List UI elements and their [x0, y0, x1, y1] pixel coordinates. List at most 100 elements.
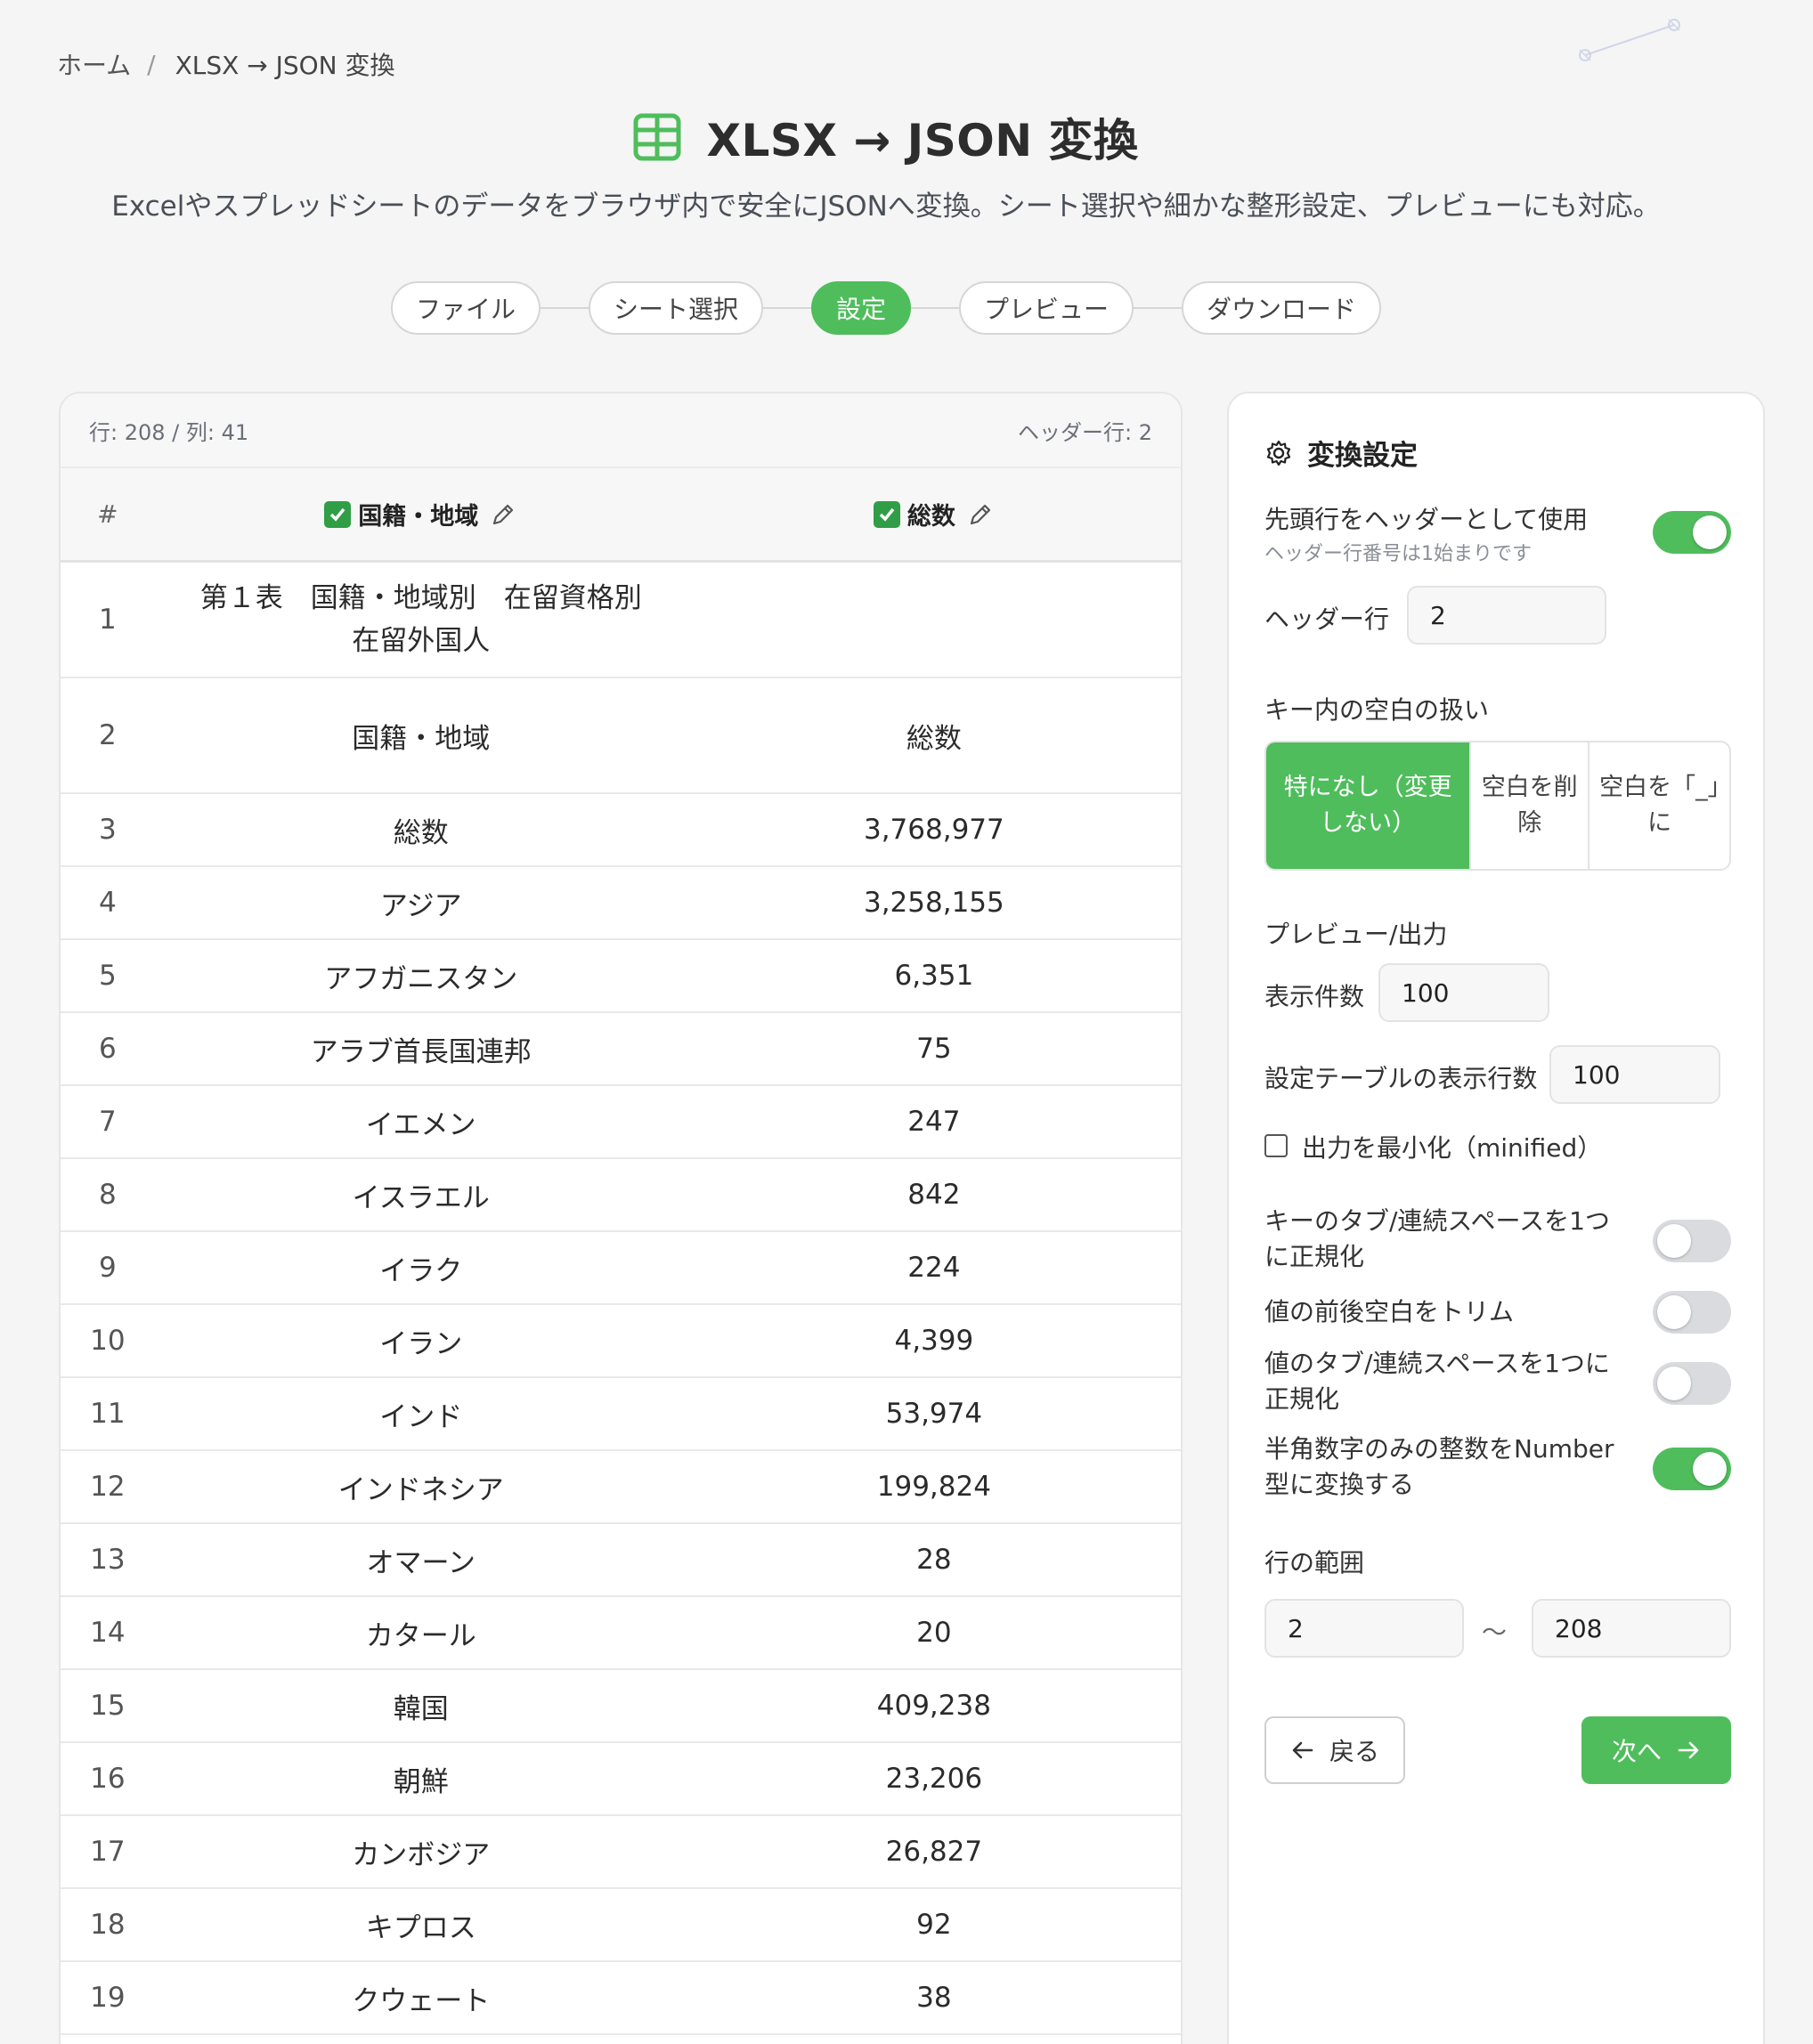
convert-number-label: 半角数字のみの整数をNumber型に変換する: [1264, 1434, 1614, 1499]
row-range-to-input[interactable]: 208: [1532, 1599, 1731, 1658]
step-settings[interactable]: 設定: [810, 281, 911, 335]
cell-total: 409,238: [876, 1690, 991, 1722]
breadcrumb: ホーム / XLSX → JSON 変換: [57, 46, 395, 82]
table-row: 12 インドネシア 199,824: [61, 1451, 1181, 1524]
cell-total: 3,768,977: [863, 814, 1004, 846]
row-number: 5: [98, 960, 117, 992]
row-range-from-input[interactable]: 2: [1264, 1599, 1464, 1658]
table-row: 17 カンボジア 26,827: [61, 1816, 1181, 1889]
normalize-value-spaces-toggle[interactable]: [1653, 1362, 1731, 1405]
arrow-right-icon: [1678, 1741, 1699, 1759]
normalize-key-spaces-toggle[interactable]: [1653, 1220, 1731, 1262]
row-number: 10: [90, 1325, 126, 1357]
table-row: 6 アラブ首長国連邦 75: [61, 1013, 1181, 1086]
check-icon: [879, 507, 895, 522]
column-header-nationality: 国籍・地域: [155, 497, 687, 531]
breadcrumb-current: XLSX → JSON 変換: [175, 51, 395, 80]
column-include-checkbox[interactable]: [873, 500, 900, 528]
page-subtitle: Excelやスプレッドシートのデータをブラウザ内で安全にJSONへ変換。シート選…: [111, 191, 1661, 223]
row-number: 16: [90, 1763, 126, 1795]
table-row: 9 イラク 224: [61, 1232, 1181, 1305]
step-download[interactable]: ダウンロード: [1182, 281, 1382, 335]
minified-checkbox[interactable]: [1264, 1134, 1288, 1157]
row-number: 12: [90, 1471, 126, 1503]
cell-total: 23,206: [885, 1763, 983, 1795]
convert-number-toggle[interactable]: [1653, 1448, 1731, 1490]
row-number: 18: [90, 1909, 126, 1941]
next-button[interactable]: 次へ: [1581, 1716, 1731, 1784]
cell-nationality: イスラエル: [352, 1181, 490, 1214]
table-rows-input[interactable]: 100: [1549, 1045, 1720, 1104]
header-row-input[interactable]: 2: [1407, 586, 1606, 645]
minified-label: 出力を最小化（minified）: [1302, 1133, 1603, 1163]
table-row: 3 総数 3,768,977: [61, 794, 1181, 867]
table-row: 14 カタール 20: [61, 1597, 1181, 1670]
row-number: 3: [98, 814, 117, 846]
table-row: 7 イエメン 247: [61, 1086, 1181, 1159]
row-number: 4: [98, 887, 117, 919]
row-number: 15: [90, 1690, 126, 1722]
table-row: 16 朝鮮 23,206: [61, 1743, 1181, 1816]
column-header-label: 国籍・地域: [358, 503, 479, 531]
table-row: 8 イスラエル 842: [61, 1159, 1181, 1232]
cell-nationality: 韓国: [393, 1692, 449, 1725]
cell-nationality: 朝鮮: [393, 1765, 449, 1798]
use-header-toggle[interactable]: [1653, 511, 1731, 554]
display-count-input[interactable]: 100: [1378, 963, 1549, 1022]
row-number: 7: [98, 1106, 117, 1138]
table-row: 4 アジア 3,258,155: [61, 867, 1181, 940]
row-number: 2: [98, 719, 117, 751]
trim-values-label: 値の前後空白をトリム: [1264, 1297, 1515, 1326]
table-header: # 国籍・地域 総数: [61, 468, 1181, 563]
row-number: 6: [98, 1033, 117, 1065]
breadcrumb-home-link[interactable]: ホーム: [57, 46, 131, 82]
next-button-label: 次へ: [1611, 1737, 1662, 1766]
pencil-icon[interactable]: [489, 500, 517, 529]
row-number: 11: [90, 1398, 126, 1430]
whitespace-option-remove[interactable]: 空白を削除: [1469, 742, 1588, 869]
pencil-icon[interactable]: [966, 500, 995, 529]
column-header-total: 総数: [687, 497, 1181, 531]
row-number: 13: [90, 1544, 126, 1576]
back-button[interactable]: 戻る: [1264, 1716, 1405, 1784]
cell-total: 3,258,155: [863, 887, 1004, 919]
cell-nationality: 第１表 国籍・地域別 在留資格別在留外国人: [199, 582, 642, 657]
cell-total: 28: [916, 1544, 952, 1576]
table-row: 2 国籍・地域 総数: [61, 678, 1181, 794]
cell-nationality: アラブ首長国連邦: [310, 1035, 532, 1068]
page-header: XLSX → JSON 変換: [0, 105, 1772, 169]
decorative-sparkle-icon: [1579, 19, 1680, 61]
table-row: 1 第１表 国籍・地域別 在留資格別在留外国人: [61, 563, 1181, 678]
column-include-checkbox[interactable]: [324, 500, 352, 528]
step-file[interactable]: ファイル: [390, 281, 541, 335]
step-preview[interactable]: プレビュー: [959, 281, 1134, 335]
check-icon: [329, 507, 346, 522]
whitespace-option-group: 特になし（変更しない） 空白を削除 空白を「_」に: [1264, 741, 1731, 871]
breadcrumb-separator: /: [147, 49, 156, 79]
whitespace-option-underscore[interactable]: 空白を「_」に: [1588, 742, 1729, 869]
whitespace-option-none[interactable]: 特になし（変更しない）: [1266, 742, 1470, 869]
cell-total: 総数: [906, 722, 962, 755]
cell-total: 75: [916, 1033, 952, 1065]
cell-total: 224: [907, 1252, 961, 1284]
whitespace-label: キー内の空白の扱い: [1264, 695, 1490, 725]
preview-output-heading: プレビュー/出力: [1264, 920, 1448, 949]
cell-total: 842: [907, 1179, 961, 1211]
data-table-panel: 行: 208 / 列: 41 ヘッダー行: 2 # 国籍・地域 総数 1 第１表…: [59, 392, 1183, 2044]
step-sheet-select[interactable]: シート選択: [588, 281, 763, 335]
cell-nationality: カンボジア: [352, 1838, 491, 1871]
settings-title: 変換設定: [1264, 433, 1418, 473]
trim-values-toggle[interactable]: [1653, 1291, 1731, 1334]
normalize-value-spaces-label: 値のタブ/連続スペースを1つに正規化: [1264, 1349, 1610, 1414]
gear-icon: [1266, 440, 1291, 466]
row-number: 1: [98, 604, 117, 636]
row-range-label: 行の範囲: [1264, 1548, 1365, 1578]
row-number: 9: [98, 1252, 117, 1284]
table-info-bar: 行: 208 / 列: 41 ヘッダー行: 2: [61, 393, 1181, 468]
cell-total: 247: [907, 1106, 961, 1138]
use-header-hint: ヘッダー行番号は1始まりです: [1264, 543, 1532, 565]
step-connector: [540, 307, 589, 309]
table-rows-label: 設定テーブルの表示行数: [1264, 1064, 1538, 1093]
display-count-label: 表示件数: [1264, 982, 1365, 1011]
cell-total: 92: [916, 1909, 952, 1941]
